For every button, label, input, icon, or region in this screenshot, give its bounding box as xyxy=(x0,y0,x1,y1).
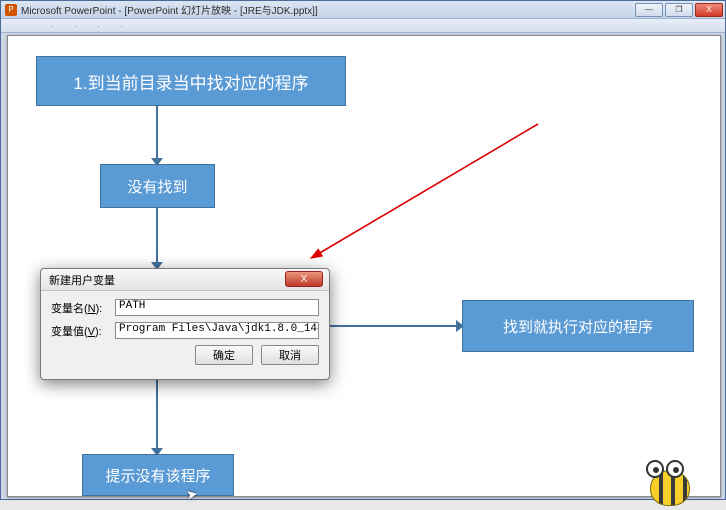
menu-item[interactable]: · xyxy=(97,21,100,31)
var-name-input[interactable]: PATH xyxy=(115,299,319,316)
dialog-titlebar: 新建用户变量 X xyxy=(41,269,329,291)
mascot-bee-icon xyxy=(640,452,698,510)
menu-item[interactable]: · xyxy=(120,21,123,31)
close-button[interactable]: X xyxy=(695,3,723,17)
menu-item[interactable]: · xyxy=(74,21,77,31)
powerpoint-icon: P xyxy=(5,4,17,16)
dialog-buttons: 确定 取消 xyxy=(51,345,319,365)
env-var-dialog: 新建用户变量 X 变量名(N): PATH 变量值(V): Program Fi… xyxy=(40,268,330,380)
app-window: P Microsoft PowerPoint - [PowerPoint 幻灯片… xyxy=(0,0,726,500)
connector xyxy=(330,325,462,327)
titlebar: P Microsoft PowerPoint - [PowerPoint 幻灯片… xyxy=(1,1,725,19)
dialog-body: 变量名(N): PATH 变量值(V): Program Files\Java\… xyxy=(41,291,329,373)
var-value-row: 变量值(V): Program Files\Java\jdk1.8.0_144\… xyxy=(51,322,319,339)
var-name-label: 变量名(N): xyxy=(51,300,115,316)
flow-step-1: 1.到当前目录当中找对应的程序 xyxy=(36,56,346,106)
cursor-icon: ➤ xyxy=(185,485,200,504)
var-name-row: 变量名(N): PATH xyxy=(51,299,319,316)
flow-not-found: 没有找到 xyxy=(100,164,215,208)
flow-found-exec: 找到就执行对应的程序 xyxy=(462,300,694,352)
var-value-label: 变量值(V): xyxy=(51,323,115,339)
connector xyxy=(156,106,158,164)
connector xyxy=(156,208,158,268)
flow-no-program: 提示没有该程序 xyxy=(82,454,234,496)
ok-button[interactable]: 确定 xyxy=(195,345,253,365)
slide-canvas: 1.到当前目录当中找对应的程序 没有找到 找到就执行对应的程序 提示没有该程序 … xyxy=(7,35,721,497)
menu-bar: · · · · xyxy=(1,19,725,33)
minimize-button[interactable]: — xyxy=(635,3,663,17)
connector xyxy=(156,380,158,454)
maximize-button[interactable]: ❐ xyxy=(665,3,693,17)
dialog-title: 新建用户变量 xyxy=(49,272,115,288)
window-title: Microsoft PowerPoint - [PowerPoint 幻灯片放映… xyxy=(21,2,635,17)
window-buttons: — ❐ X xyxy=(635,3,725,17)
menu-item[interactable]: · xyxy=(51,21,54,31)
var-value-input[interactable]: Program Files\Java\jdk1.8.0_144\bin xyxy=(115,322,319,339)
cancel-button[interactable]: 取消 xyxy=(261,345,319,365)
dialog-close-button[interactable]: X xyxy=(285,271,323,287)
